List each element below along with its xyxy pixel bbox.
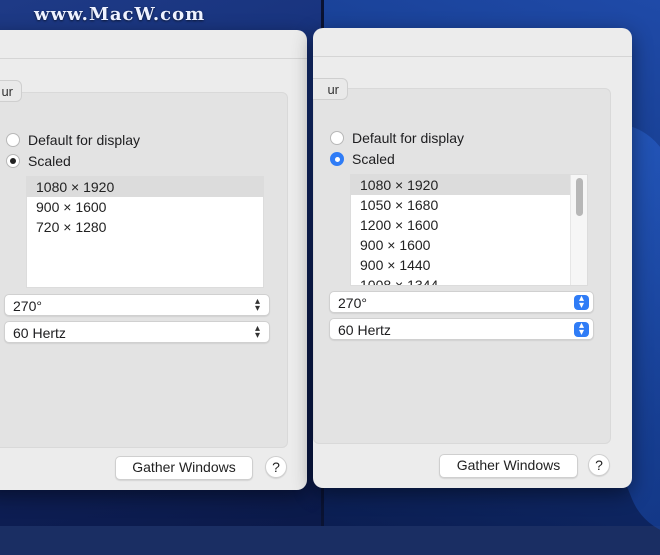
radio-default-for-display[interactable]: Default for display xyxy=(6,132,140,148)
list-item[interactable]: 720 × 1280 xyxy=(27,217,263,237)
radio-scaled[interactable]: Scaled xyxy=(330,151,395,167)
resolution-list[interactable]: 1080 × 1920 1050 × 1680 1200 × 1600 900 … xyxy=(350,174,588,286)
list-item[interactable]: 1080 × 1920 xyxy=(27,177,263,197)
help-button[interactable]: ? xyxy=(588,454,610,476)
list-item[interactable]: 900 × 1600 xyxy=(351,235,587,255)
radio-button[interactable] xyxy=(330,152,344,166)
refresh-rate-select[interactable]: 60 Hertz ▴ ▾ xyxy=(4,321,270,343)
radio-default-for-display[interactable]: Default for display xyxy=(330,130,464,146)
list-item[interactable]: 1080 × 1920 xyxy=(351,175,570,195)
list-item[interactable]: 900 × 1600 xyxy=(27,197,263,217)
tab-colour[interactable]: ur xyxy=(313,78,348,100)
refresh-rate-value: 60 Hertz xyxy=(13,325,66,341)
list-scrollbar[interactable] xyxy=(570,175,587,285)
list-item[interactable]: 1008 × 1344 xyxy=(351,275,587,285)
window-titlebar xyxy=(0,30,307,59)
radio-scaled[interactable]: Scaled xyxy=(6,153,71,169)
chevron-updown-icon: ▴ ▾ xyxy=(254,323,261,341)
radio-label: Scaled xyxy=(352,151,395,167)
rotation-select[interactable]: 270° ▴ ▾ xyxy=(4,294,270,316)
rotation-value: 270° xyxy=(338,295,367,311)
gather-windows-button[interactable]: Gather Windows xyxy=(439,454,578,478)
tab-colour[interactable]: ur xyxy=(0,80,22,102)
window-titlebar xyxy=(313,28,632,57)
chevron-updown-icon: ▴ ▾ xyxy=(254,296,261,314)
list-item[interactable]: 900 × 1440 xyxy=(351,255,587,275)
chevron-updown-icon: ▴ ▾ xyxy=(574,321,589,338)
gather-windows-button[interactable]: Gather Windows xyxy=(115,456,253,480)
refresh-rate-select[interactable]: 60 Hertz ▴ ▾ xyxy=(329,318,594,340)
chevron-updown-icon: ▴ ▾ xyxy=(574,294,589,311)
resolution-list[interactable]: 1080 × 1920 900 × 1600 720 × 1280 xyxy=(26,176,264,288)
list-item[interactable]: 1050 × 1680 xyxy=(351,195,587,215)
radio-button[interactable] xyxy=(6,154,20,168)
display-settings-window-right: ur Default for display Scaled 1080 × 192… xyxy=(313,28,632,488)
radio-label: Scaled xyxy=(28,153,71,169)
display-settings-window-left: ur Default for display Scaled 1080 × 192… xyxy=(0,30,307,490)
radio-label: Default for display xyxy=(352,130,465,146)
rotation-value: 270° xyxy=(13,298,42,314)
refresh-rate-value: 60 Hertz xyxy=(338,322,391,338)
radio-button[interactable] xyxy=(6,133,20,147)
radio-label: Default for display xyxy=(28,132,141,148)
scrollbar-thumb[interactable] xyxy=(576,178,583,216)
watermark-text: www.MacW.com xyxy=(34,4,206,25)
rotation-select[interactable]: 270° ▴ ▾ xyxy=(329,291,594,313)
radio-button[interactable] xyxy=(330,131,344,145)
list-item[interactable]: 1200 × 1600 xyxy=(351,215,587,235)
help-button[interactable]: ? xyxy=(265,456,287,478)
